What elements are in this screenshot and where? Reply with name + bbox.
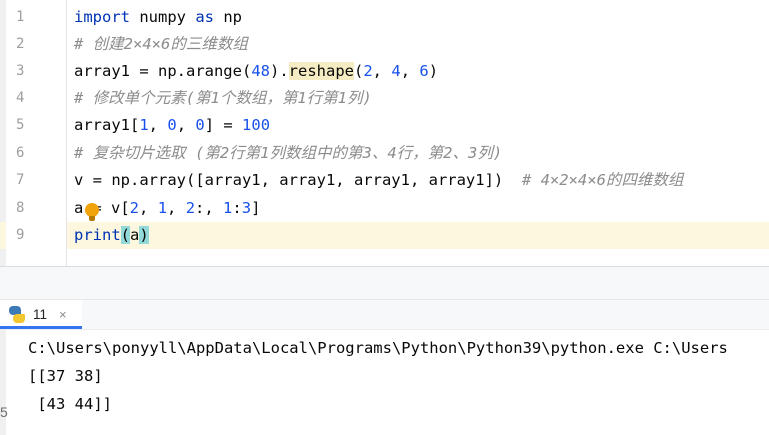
number-literal: 48 xyxy=(251,62,270,80)
code-text: , xyxy=(176,116,196,134)
keyword-as: as xyxy=(195,8,214,26)
line-number: 8 xyxy=(16,200,25,216)
code-line-2[interactable]: # 创建2×4×6的三维数组 xyxy=(74,31,248,58)
code-line-8[interactable]: a = v[2, 1, 2:, 1:3] xyxy=(74,195,260,222)
code-line-5[interactable]: array1[1, 0, 0] = 100 xyxy=(74,112,270,139)
code-text: ). xyxy=(269,62,289,80)
code-text: np xyxy=(214,8,242,26)
code-line-6[interactable]: # 复杂切片选取 (第2行第1列数组中的第3、4行，第2、3列) xyxy=(74,140,502,167)
code-line-9[interactable]: print(a) xyxy=(74,222,149,249)
number-literal: 2 xyxy=(363,62,373,80)
code-text: v = np.array([array1, array1, array1, ar… xyxy=(74,171,522,189)
number-literal: 2 xyxy=(185,199,196,217)
python-icon xyxy=(8,306,26,324)
number-literal: 2 xyxy=(129,199,140,217)
code-editor[interactable]: 1 2 3 4 5 6 7 8 9 import numpy as np # 创… xyxy=(0,0,769,266)
matched-paren-open: ( xyxy=(120,226,131,244)
number-literal: 0 xyxy=(195,116,205,134)
line-number: 7 xyxy=(16,172,25,188)
code-line-7[interactable]: v = np.array([array1, array1, array1, ar… xyxy=(74,167,683,194)
number-literal: 100 xyxy=(242,116,271,134)
code-text: ] xyxy=(251,199,261,217)
number-literal: 0 xyxy=(167,116,177,134)
run-tab-label: 11 xyxy=(33,307,48,322)
code-text: a xyxy=(130,226,140,244)
code-text: ] = xyxy=(204,116,243,134)
code-line-4[interactable]: # 修改单个元素(第1个数组，第1行第1列) xyxy=(74,85,372,112)
code-text: numpy xyxy=(130,8,196,26)
code-text: , xyxy=(148,116,168,134)
close-icon[interactable]: × xyxy=(59,300,67,329)
run-tab[interactable]: 11 × xyxy=(0,300,82,329)
number-literal: 6 xyxy=(419,62,429,80)
code-text: a xyxy=(74,199,84,217)
line-number: 4 xyxy=(16,90,25,106)
line-number: 5 xyxy=(16,117,25,133)
method-reshape: reshape xyxy=(288,62,354,80)
keyword-import: import xyxy=(74,8,130,26)
line-number: 2 xyxy=(16,36,25,52)
line-number: 9 xyxy=(16,227,25,243)
code-text: array1[ xyxy=(74,116,140,134)
run-console[interactable]: C:\Users\ponyyll\AppData\Local\Programs\… xyxy=(0,330,769,435)
matched-paren-close: ) xyxy=(139,226,149,244)
console-output-line: C:\Users\ponyyll\AppData\Local\Programs\… xyxy=(28,339,728,357)
panel-separator[interactable] xyxy=(0,266,769,300)
code-text: , xyxy=(139,199,158,217)
code-line-3[interactable]: array1 = np.arange(48).reshape(2, 4, 6) xyxy=(74,58,438,85)
line-number-gutter: 1 2 3 4 5 6 7 8 9 xyxy=(6,0,67,266)
bulb-icon[interactable] xyxy=(85,203,99,223)
code-text: , xyxy=(372,62,392,80)
number-literal: 1 xyxy=(223,199,233,217)
line-number: 6 xyxy=(16,145,25,161)
code-text: :, xyxy=(195,199,224,217)
line-number: 3 xyxy=(16,63,25,79)
number-literal: 1 xyxy=(139,116,149,134)
run-tab-bar: 11 × xyxy=(0,300,769,330)
line-number: 1 xyxy=(16,9,25,25)
code-text: : xyxy=(232,199,242,217)
code-text: , xyxy=(400,62,420,80)
code-text: , xyxy=(167,199,186,217)
code-line-1[interactable]: import numpy as np xyxy=(74,4,242,31)
number-literal: 1 xyxy=(157,199,168,217)
inline-comment: # 4×2×4×6的四维数组 xyxy=(521,171,684,189)
number-literal: 3 xyxy=(241,199,252,217)
console-output-line: [43 44]] xyxy=(28,395,112,413)
number-literal: 4 xyxy=(391,62,401,80)
editor-scrollbar[interactable] xyxy=(760,0,769,266)
builtin-print: print xyxy=(74,226,121,244)
console-gutter-fragment: 5 xyxy=(0,404,8,420)
console-output-line: [[37 38] xyxy=(28,367,103,385)
code-text: ) xyxy=(428,62,439,80)
code-text: array1 = np.arange( xyxy=(74,62,252,80)
code-text: ( xyxy=(353,62,364,80)
